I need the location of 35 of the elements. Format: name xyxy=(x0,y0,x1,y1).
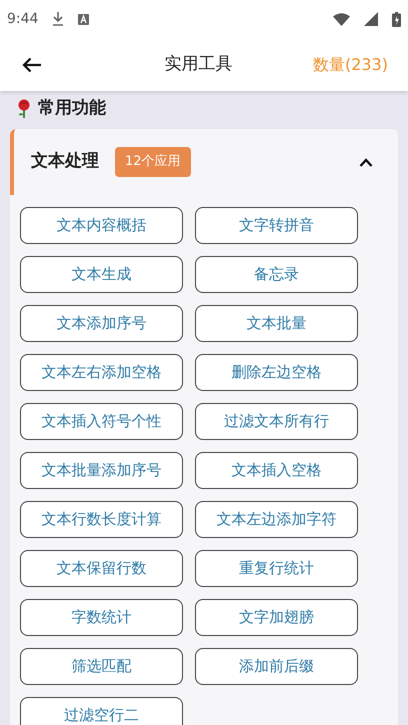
tool-button[interactable]: 文本批量 xyxy=(195,305,358,342)
tool-button[interactable]: 字数统计 xyxy=(20,599,183,636)
rose-icon xyxy=(16,99,32,119)
tool-count: 数量(233) xyxy=(312,54,388,76)
tool-button[interactable]: 过滤空行二 xyxy=(20,697,183,725)
back-arrow-icon xyxy=(22,56,42,72)
keyboard-app-icon xyxy=(78,14,90,24)
section-title: 常用功能 xyxy=(38,97,106,120)
tool-button[interactable]: 文字加翅膀 xyxy=(195,599,358,636)
tool-button[interactable]: 文本批量添加序号 xyxy=(20,452,183,489)
tool-button[interactable]: 删除左边空格 xyxy=(195,354,358,391)
tool-button[interactable]: 文本添加序号 xyxy=(20,305,183,342)
chevron-up-icon xyxy=(359,158,373,166)
page-title: 实用工具 xyxy=(163,52,234,76)
tool-button[interactable]: 文本插入符号个性 xyxy=(20,403,183,440)
tool-button[interactable]: 筛选匹配 xyxy=(20,648,183,685)
tool-button[interactable]: 文本左边添加字符 xyxy=(195,501,358,538)
status-time: 9:44 xyxy=(7,10,38,28)
tool-button[interactable]: 重复行统计 xyxy=(195,550,358,587)
tool-button[interactable]: 文本行数长度计算 xyxy=(20,501,183,538)
tool-button[interactable]: 文本内容概括 xyxy=(20,207,183,244)
signal-icon xyxy=(364,12,378,26)
group-title: 文本处理 xyxy=(31,150,99,174)
wifi-icon xyxy=(333,12,350,26)
battery-icon xyxy=(392,12,401,26)
app-count-badge: 12个应用 xyxy=(115,147,191,177)
tool-button[interactable]: 添加前后缀 xyxy=(195,648,358,685)
tool-button[interactable]: 过滤文本所有行 xyxy=(195,403,358,440)
tool-button[interactable]: 文本插入空格 xyxy=(195,452,358,489)
tool-button[interactable]: 文本生成 xyxy=(20,256,183,293)
tool-button[interactable]: 文字转拼音 xyxy=(195,207,358,244)
tool-button[interactable]: 文本保留行数 xyxy=(20,550,183,587)
tool-button[interactable]: 文本左右添加空格 xyxy=(20,354,183,391)
tool-button[interactable]: 备忘录 xyxy=(195,256,358,293)
download-icon xyxy=(52,12,64,26)
